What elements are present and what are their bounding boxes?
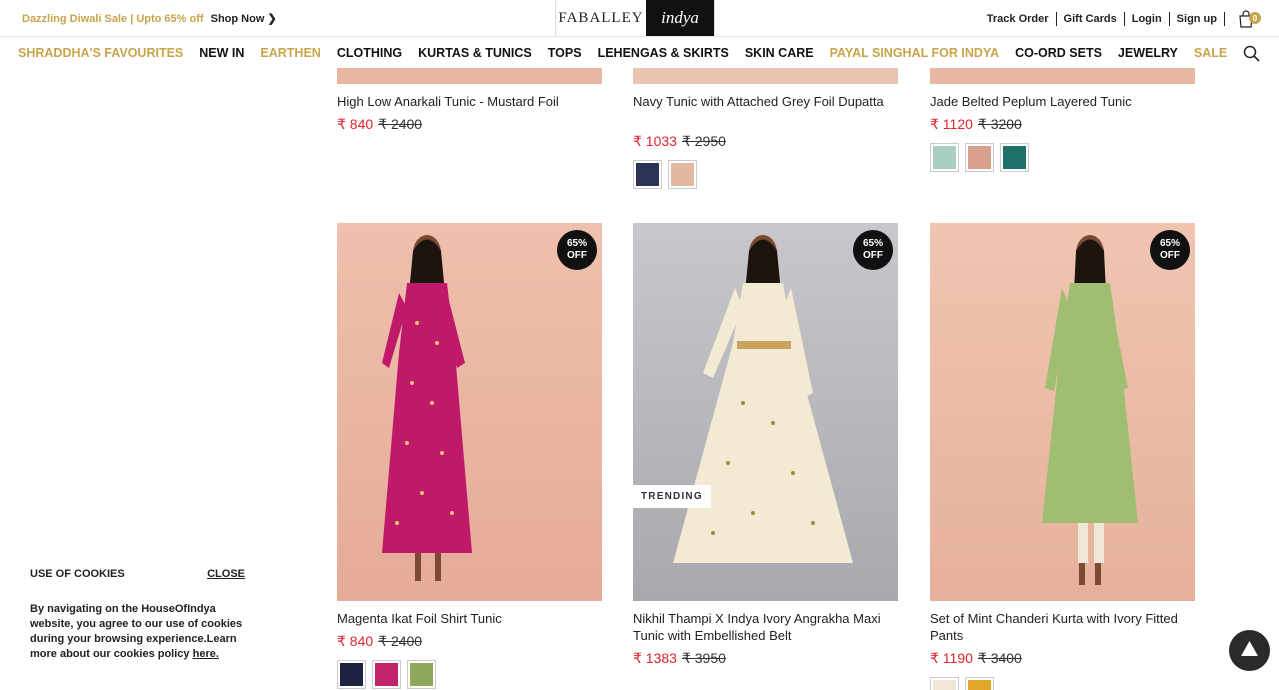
sale-price: ₹ 840 [337,116,374,132]
sale-price: ₹ 1190 [930,650,973,666]
product-name[interactable]: Set of Mint Chanderi Kurta with Ivory Fi… [930,610,1195,644]
product-name[interactable]: High Low Anarkali Tunic - Mustard Foil [337,93,602,110]
nav-item-tops[interactable]: TOPS [548,46,582,60]
nav-item-payal-singhal-for-indya[interactable]: PAYAL SINGHAL FOR INDYA [830,46,1000,60]
sale-price: ₹ 1383 [633,650,677,666]
cookie-body: By navigating on the HouseOfIndya websit… [30,602,245,662]
discount-badge: 65% OFF [557,230,597,270]
track-order-link[interactable]: Track Order [980,12,1057,26]
product-price: ₹ 1033 ₹ 2950 [633,133,726,150]
product-image[interactable] [633,68,898,84]
color-swatch[interactable] [930,677,959,690]
sale-price: ₹ 1033 [633,133,677,149]
chevron-right-icon: ❯ [267,13,277,25]
product-image[interactable] [930,68,1195,84]
color-swatch[interactable] [372,660,401,689]
color-swatch[interactable] [337,660,366,689]
product-price: ₹ 840 ₹ 2400 [337,116,422,133]
signup-link[interactable]: Sign up [1170,12,1224,26]
color-swatch[interactable] [407,660,436,689]
product-price: ₹ 1120 ₹ 3200 [930,116,1022,133]
back-to-top-button[interactable] [1229,630,1270,671]
search-icon[interactable] [1243,45,1261,63]
nav-item-skin-care[interactable]: SKIN CARE [745,46,814,60]
sale-price: ₹ 1120 [930,116,973,132]
product-price: ₹ 840 ₹ 2400 [337,633,422,650]
original-price: ₹ 3200 [977,116,1022,132]
brand-switcher: FABALLEY indya [555,0,715,37]
color-swatches [930,143,1035,172]
nav-item-kurtas-tunics[interactable]: KURTAS & TUNICS [418,46,532,60]
product-name[interactable]: Nikhil Thampi X Indya Ivory Angrakha Max… [633,610,898,644]
cookie-title: USE OF COOKIES [30,568,125,580]
model-figure [673,235,853,563]
cart-count-badge: 0 [1249,12,1261,24]
nav-item-shraddha-s-favourites[interactable]: SHRADDHA'S FAVOURITES [18,46,183,60]
model-figure [382,235,472,581]
product-image[interactable] [930,223,1195,601]
nav-items: SHRADDHA'S FAVOURITES NEW IN EARTHEN CLOTHI… [18,46,1243,60]
product-name[interactable]: Magenta Ikat Foil Shirt Tunic [337,610,602,627]
cookie-notice: USE OF COOKIES CLOSE By navigating on th… [30,568,245,662]
product-price: ₹ 1383 ₹ 3950 [633,650,726,667]
gift-cards-link[interactable]: Gift Cards [1057,12,1125,26]
color-swatch[interactable] [965,677,994,690]
divider [1224,12,1225,26]
color-swatches [633,160,703,189]
color-swatch[interactable] [668,160,697,189]
color-swatches [337,660,442,689]
promo-banner[interactable]: Dazzling Diwali Sale | Upto 65% off Shop… [22,12,277,25]
product-image[interactable] [337,223,602,601]
color-swatch[interactable] [1000,143,1029,172]
product-name[interactable]: Jade Belted Peplum Layered Tunic [930,93,1195,110]
nav-item-new-in[interactable]: NEW IN [199,46,244,60]
nav-item-jewelry[interactable]: JEWELRY [1118,46,1178,60]
nav-item-co-ord-sets[interactable]: CO-ORD SETS [1015,46,1102,60]
nav-item-lehengas-skirts[interactable]: LEHENGAS & SKIRTS [598,46,729,60]
product-image[interactable] [633,223,898,601]
sale-price: ₹ 840 [337,633,374,649]
original-price: ₹ 3950 [681,650,726,666]
promo-text: Dazzling Diwali Sale | Upto 65% off [22,13,204,25]
product-name[interactable]: Navy Tunic with Attached Grey Foil Dupat… [633,93,898,110]
shop-now-link[interactable]: Shop Now [211,13,265,25]
discount-badge: 65% OFF [853,230,893,270]
main-nav: SHRADDHA'S FAVOURITES NEW IN EARTHEN CLOTHI… [0,38,1279,68]
cookie-close-button[interactable]: CLOSE [207,568,245,580]
original-price: ₹ 2950 [681,133,726,149]
product-image[interactable] [337,68,602,84]
original-price: ₹ 2400 [378,116,423,132]
discount-badge: 65% OFF [1150,230,1190,270]
account-links: Track Order Gift Cards Login Sign up 0 [980,10,1261,28]
color-swatch[interactable] [965,143,994,172]
login-link[interactable]: Login [1125,12,1170,26]
faballey-logo[interactable]: FABALLEY [556,0,646,36]
model-figure [1042,235,1138,585]
product-price: ₹ 1190 ₹ 3400 [930,650,1022,667]
color-swatches [930,677,1000,690]
arrow-up-icon [1241,641,1258,656]
color-swatch[interactable] [930,143,959,172]
nav-item-clothing[interactable]: CLOTHING [337,46,402,60]
cookie-policy-link[interactable]: here. [193,648,219,660]
original-price: ₹ 2400 [378,633,423,649]
nav-item-earthen[interactable]: EARTHEN [260,46,320,60]
trending-tag: TRENDING [633,485,711,508]
nav-item-sale[interactable]: SALE [1194,46,1227,60]
cart-button[interactable]: 0 [1237,10,1261,28]
original-price: ₹ 3400 [977,650,1022,666]
color-swatch[interactable] [633,160,662,189]
indya-logo[interactable]: indya [646,0,714,36]
top-bar: Dazzling Diwali Sale | Upto 65% off Shop… [0,0,1279,37]
